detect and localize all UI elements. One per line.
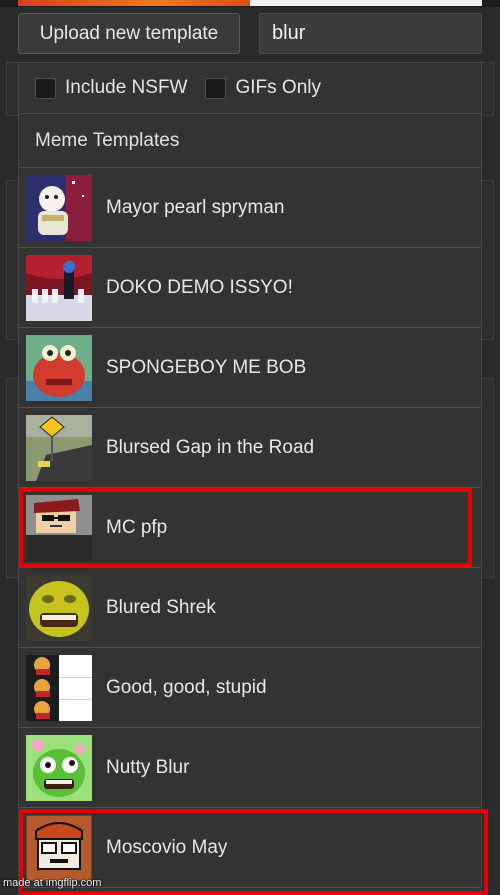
template-label: Good, good, stupid (106, 676, 267, 698)
template-label: DOKO DEMO ISSYO! (106, 276, 293, 298)
cartoon-avatar-thumbnail (26, 814, 92, 881)
template-label: Blursed Gap in the Road (106, 436, 315, 458)
template-label: Moscovio May (106, 836, 228, 858)
gifs-only-option[interactable]: GIFs Only (205, 77, 321, 99)
template-search-input[interactable] (259, 13, 482, 54)
template-label: Nutty Blur (106, 756, 190, 778)
template-label: MC pfp (106, 516, 168, 538)
winnie-pooh-thumbnail (26, 654, 92, 721)
template-item[interactable]: Mayor pearl spryman (19, 168, 481, 248)
template-item[interactable]: Blursed Gap in the Road (19, 408, 481, 488)
nutty-thumbnail (26, 734, 92, 801)
include-nsfw-label: Include NSFW (65, 77, 188, 98)
template-dropdown: Include NSFW GIFs Only Meme Templates Ma… (18, 62, 482, 895)
template-item[interactable]: SPONGEBOY ME BOB (19, 328, 481, 408)
gifs-only-label: GIFs Only (235, 77, 321, 98)
filter-options: Include NSFW GIFs Only (19, 63, 481, 114)
template-item[interactable]: MC pfp (19, 488, 481, 568)
mr-krabs-thumbnail (26, 334, 92, 401)
meme-preview-panel (250, 0, 482, 6)
template-item[interactable]: DOKO DEMO ISSYO! (19, 248, 481, 328)
template-label: Blured Shrek (106, 596, 216, 618)
section-title: Meme Templates (19, 114, 481, 168)
template-label: SPONGEBOY ME BOB (106, 356, 307, 378)
road-gap-thumbnail (26, 414, 92, 481)
roblox-avatar-thumbnail (26, 494, 92, 561)
template-label: Mayor pearl spryman (106, 196, 285, 218)
include-nsfw-checkbox[interactable] (35, 77, 56, 99)
mayor-pearl-thumbnail (26, 174, 92, 241)
top-image-strip (0, 0, 500, 7)
include-nsfw-option[interactable]: Include NSFW (35, 77, 187, 99)
shrek-thumbnail (26, 574, 92, 641)
template-item[interactable]: Moscovio May (19, 808, 481, 888)
doko-demo-thumbnail (26, 254, 92, 321)
gifs-only-checkbox[interactable] (205, 77, 227, 99)
template-item[interactable]: Blured Shrek (19, 568, 481, 648)
imgflip-watermark: made at imgflip.com (3, 877, 102, 889)
template-item[interactable]: Nutty Blur (19, 728, 481, 808)
template-item[interactable]: Good, good, stupid (19, 648, 481, 728)
upload-template-button[interactable]: Upload new template (18, 13, 240, 54)
meme-preview-image (18, 0, 250, 6)
